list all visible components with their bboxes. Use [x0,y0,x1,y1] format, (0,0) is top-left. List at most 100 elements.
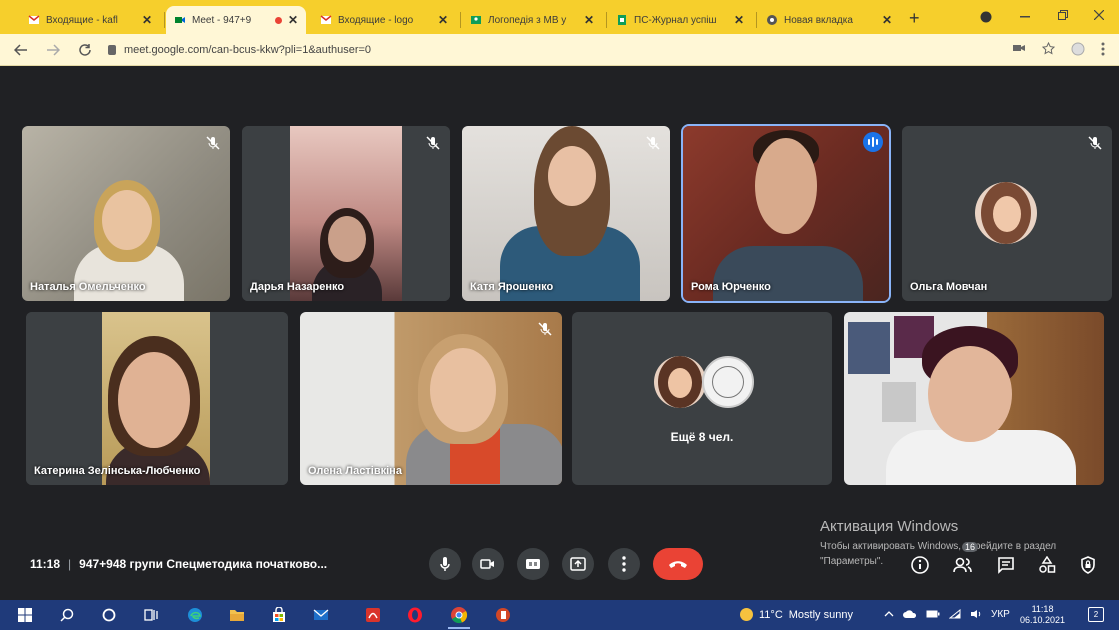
reload-icon[interactable] [78,43,92,57]
meeting-info: 11:18 | 947+948 групи Спецметодика початко… [30,557,328,571]
participant-tile[interactable]: Катерина Зелінська-Любченко [26,312,288,485]
wifi-icon[interactable] [949,609,961,619]
host-controls-button[interactable] [1077,554,1099,576]
browser-tab[interactable]: Входящие - logo ✕ [312,6,456,34]
chat-button[interactable] [995,554,1017,576]
more-participants-tile[interactable]: Ещё 8 чел. [572,312,832,485]
notification-center-icon[interactable]: 2 [1088,607,1104,622]
tab-close-icon[interactable]: ✕ [288,13,298,27]
participant-name: Олена Ластівкіна [308,465,402,477]
mic-off-icon [1088,136,1102,150]
hang-up-icon [669,561,687,568]
taskbar-app[interactable] [186,606,204,624]
restore-icon[interactable] [1058,10,1068,20]
browser-tab[interactable]: Логопедія з МВ у ✕ [462,6,602,34]
volume-icon[interactable] [970,609,982,619]
tab-close-icon[interactable]: ✕ [734,13,744,27]
weather-temperature: 11°C [759,608,783,621]
profile-icon[interactable] [980,11,992,23]
browser-tab[interactable]: Входящие - kafl ✕ [20,6,160,34]
system-clock[interactable]: 11:18 06.10.2021 [1020,604,1065,626]
task-view-button[interactable] [142,606,160,624]
store-icon [273,607,285,622]
tab-close-icon[interactable]: ✕ [438,13,448,27]
captions-button[interactable] [517,548,549,580]
back-icon[interactable] [14,44,28,56]
chrome-icon [767,15,777,25]
tab-separator [460,12,461,28]
participant-name: Катерина Зелінська-Любченко [34,465,201,477]
tab-close-icon[interactable]: ✕ [142,13,152,27]
clock-time: 11:18 [1031,604,1054,614]
browser-tab-strip: Входящие - kafl ✕ Meet - 947+9 ✕ Входящи… [0,0,1119,34]
search-icon [60,608,74,622]
participant-tile[interactable]: Ольга Мовчан [902,126,1112,301]
chevron-up-icon[interactable] [884,609,894,619]
taskbar-app[interactable] [494,606,512,624]
participant-name: Ольга Мовчан [910,281,988,293]
participant-name: Рома Юрченко [691,281,771,293]
taskbar-app-active[interactable] [448,606,470,629]
onedrive-cloud-icon[interactable] [903,609,917,619]
browser-tab[interactable]: Новая вкладка ✕ [758,6,900,34]
tab-close-icon[interactable]: ✕ [882,13,892,27]
participant-tile-speaking[interactable]: Рома Юрченко [681,124,891,303]
close-window-icon[interactable] [1094,10,1104,20]
participant-tile[interactable]: Олена Ластівкіна [300,312,562,485]
camera-button[interactable] [472,548,504,580]
browser-tab[interactable]: ПС-Журнал успіш ✕ [608,6,752,34]
taskbar-app[interactable] [228,606,246,624]
gmail-icon [28,15,40,24]
present-button[interactable] [562,548,594,580]
start-button[interactable] [16,606,34,624]
taskbar-app[interactable] [406,606,424,624]
camera-icon [480,559,494,569]
new-tab-button[interactable]: + [909,8,920,29]
taskbar-app[interactable] [312,606,330,624]
forward-icon[interactable] [46,44,60,56]
mic-off-icon [538,322,552,336]
search-button[interactable] [58,606,76,624]
meeting-details-button[interactable] [909,554,931,576]
leave-call-button[interactable] [653,548,703,580]
weather-widget[interactable]: 11°C Mostly sunny [740,608,853,621]
sun-icon [740,608,753,621]
battery-icon[interactable] [926,609,940,619]
taskbar-app[interactable] [270,606,288,624]
taskbar-app[interactable] [364,606,382,624]
camera-in-use-icon[interactable] [1012,42,1026,54]
people-icon [953,557,972,573]
tab-title: Новая вкладка [784,14,853,26]
input-language[interactable]: УКР [991,609,1010,620]
participant-avatar [975,182,1037,244]
menu-kebab-icon[interactable] [1101,42,1105,56]
participant-tile[interactable]: Наталья Омельченко [22,126,230,301]
participant-tile[interactable]: Дарья Назаренко [242,126,450,301]
browser-tab-active[interactable]: Meet - 947+9 ✕ [166,6,306,34]
weather-condition: Mostly sunny [788,608,853,621]
participant-tile[interactable] [844,312,1104,485]
tab-title: Входящие - logo [338,14,414,26]
url-field[interactable]: meet.google.com/can-bcus-kkw?pli=1&authu… [108,39,1008,61]
tab-title: Логопедія з МВ у [488,14,567,26]
shield-lock-icon [1081,556,1095,574]
tab-close-icon[interactable]: ✕ [584,13,594,27]
profile-avatar-icon[interactable] [1071,42,1085,56]
more-options-button[interactable] [608,548,640,580]
microphone-button[interactable] [429,548,461,580]
clock-date: 06.10.2021 [1020,615,1066,625]
activities-icon [1039,556,1056,573]
tab-title: Входящие - kafl [46,14,118,26]
notification-count: 2 [1093,610,1099,619]
cortana-button[interactable] [100,606,118,624]
mic-off-icon [426,136,440,150]
cortana-icon [102,608,116,622]
more-participants-label: Ещё 8 чел. [670,430,734,444]
bookmark-star-icon[interactable] [1042,42,1055,55]
url-text: meet.google.com/can-bcus-kkw?pli=1&authu… [124,44,372,56]
classroom-icon [471,16,481,24]
participant-tile[interactable]: Катя Ярошенко [462,126,670,301]
minimize-icon[interactable] [1020,16,1030,18]
activities-button[interactable] [1036,554,1058,576]
people-button[interactable]: 16 [952,542,979,576]
